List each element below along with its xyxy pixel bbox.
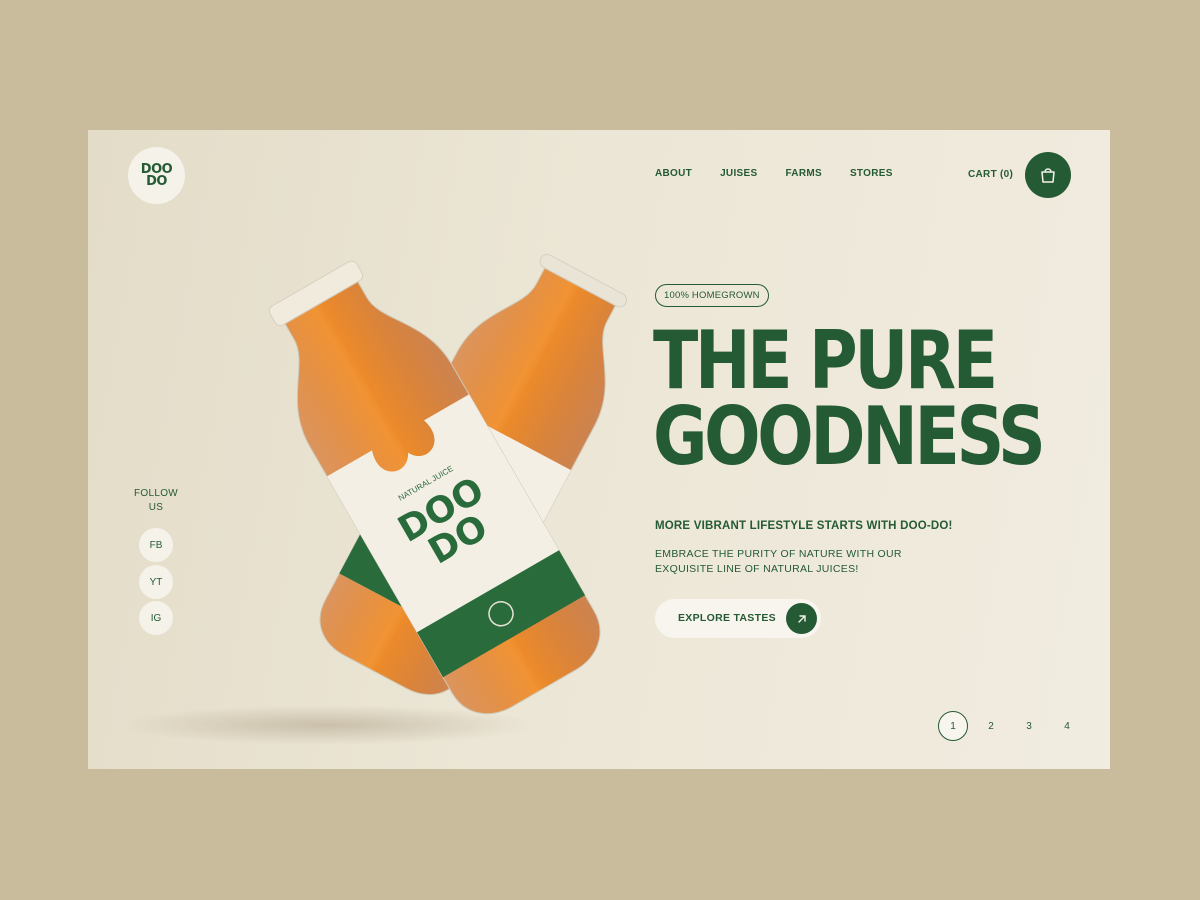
cart-link[interactable]: CART (0) xyxy=(968,169,1013,180)
hero-description: EMBRACE THE PURITY OF NATURE WITH OUR EX… xyxy=(655,548,902,575)
page-4-button[interactable]: 4 xyxy=(1052,711,1082,741)
hero-headline: THE PURE GOODNESS xyxy=(653,314,1046,483)
arrow-up-right-icon xyxy=(786,603,817,634)
main-nav: ABOUT JUISES FARMS STORES xyxy=(655,168,921,179)
social-youtube-button[interactable]: YT xyxy=(139,565,173,599)
slide-pagination: 1 2 3 4 xyxy=(938,711,1090,741)
brand-logo[interactable]: DOO DO xyxy=(128,147,185,204)
page-2-button[interactable]: 2 xyxy=(976,711,1006,741)
headline-line2: GOODNESS xyxy=(653,390,1046,483)
social-facebook-button[interactable]: FB xyxy=(139,528,173,562)
nav-item-stores[interactable]: STORES xyxy=(850,168,893,179)
nav-item-farms[interactable]: FARMS xyxy=(785,168,822,179)
logo-line2: DO xyxy=(146,173,167,189)
nav-item-juises[interactable]: JUISES xyxy=(720,168,757,179)
shopping-bag-icon xyxy=(1041,168,1055,183)
nav-item-about[interactable]: ABOUT xyxy=(655,168,692,179)
page-3-button[interactable]: 3 xyxy=(1014,711,1044,741)
page-1-button[interactable]: 1 xyxy=(938,711,968,741)
cart-button[interactable] xyxy=(1025,152,1071,198)
explore-tastes-label: EXPLORE TASTES xyxy=(678,612,776,624)
explore-tastes-button[interactable]: EXPLORE TASTES xyxy=(655,599,821,638)
hero-tagline: MORE VIBRANT LIFESTYLE STARTS WITH DOO-D… xyxy=(655,520,953,532)
social-instagram-button[interactable]: IG xyxy=(139,601,173,635)
follow-us-label: FOLLOW US xyxy=(133,488,179,513)
homegrown-badge: 100% HOMEGROWN xyxy=(655,284,769,307)
headline-line1: THE PURE xyxy=(653,314,998,407)
juice-bottles-illustration: NATURAL JUICE DOO DO xyxy=(268,254,628,715)
hero-panel: NATURAL JUICE DOO DO DOO DO ABOUT JUISES… xyxy=(88,130,1110,769)
